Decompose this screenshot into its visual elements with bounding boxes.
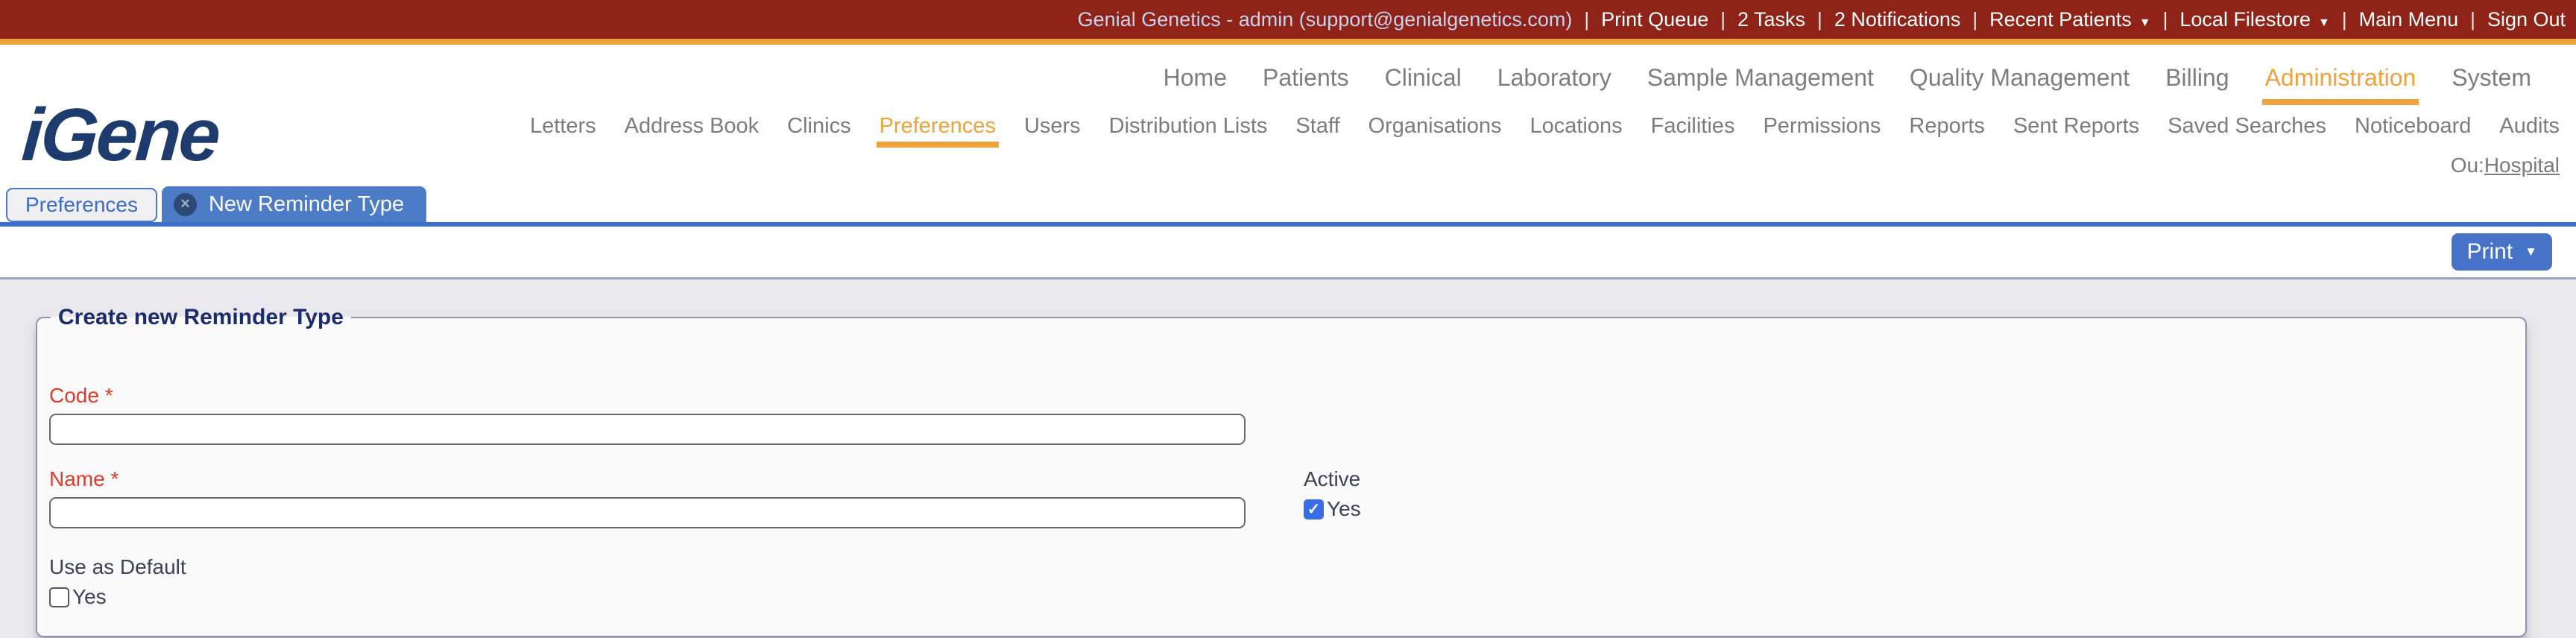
- org-unit-link[interactable]: Hospital: [2484, 154, 2560, 177]
- separator: |: [1720, 7, 1726, 31]
- chevron-down-icon: ▼: [2525, 244, 2537, 259]
- code-input[interactable]: [49, 414, 1246, 445]
- subnav-users[interactable]: Users: [1024, 114, 1081, 139]
- close-icon[interactable]: ✕: [173, 192, 197, 216]
- nav-home[interactable]: Home: [1164, 64, 1227, 92]
- subnav-locations[interactable]: Locations: [1530, 114, 1622, 139]
- tasks-link[interactable]: 2 Tasks: [1737, 8, 1805, 31]
- toolbar: Print ▼: [0, 227, 2576, 277]
- use-as-default-option-label: Yes: [72, 585, 107, 608]
- nav-system[interactable]: System: [2452, 64, 2531, 92]
- subnav-address-book[interactable]: Address Book: [625, 114, 760, 139]
- top-status-bar: Genial Genetics - admin (support@genialg…: [0, 0, 2576, 39]
- recent-patients-label: Recent Patients: [1989, 7, 2132, 31]
- separator: |: [1584, 7, 1590, 31]
- active-label: Active: [1304, 467, 1361, 490]
- tab-bar: Preferences ✕ New Reminder Type: [0, 186, 2576, 227]
- tab-label: New Reminder Type: [208, 192, 405, 216]
- recent-patients-menu[interactable]: Recent Patients ▼: [1989, 8, 2150, 31]
- main-nav: Home Patients Clinical Laboratory Sample…: [1164, 45, 2576, 105]
- use-as-default-checkbox[interactable]: [49, 587, 69, 607]
- nav-quality-management[interactable]: Quality Management: [1910, 64, 2130, 92]
- tab-label: Preferences: [25, 193, 138, 216]
- sign-out-link[interactable]: Sign Out: [2487, 8, 2566, 31]
- separator: |: [1817, 7, 1822, 31]
- create-reminder-type-panel: Create new Reminder Type Code * Name * A…: [36, 305, 2527, 637]
- nav-patients[interactable]: Patients: [1263, 64, 1349, 92]
- subnav-reports[interactable]: Reports: [1909, 114, 1985, 139]
- panel-title: Create new Reminder Type: [58, 305, 344, 329]
- subnav-permissions[interactable]: Permissions: [1763, 114, 1881, 139]
- subnav-distribution-lists[interactable]: Distribution Lists: [1109, 114, 1268, 139]
- use-as-default-label: Use as Default: [49, 555, 186, 578]
- org-unit-row: Ou:Hospital: [2451, 139, 2576, 177]
- nav-sample-management[interactable]: Sample Management: [1647, 64, 1874, 92]
- subnav-clinics[interactable]: Clinics: [787, 114, 850, 139]
- tab-new-reminder-type[interactable]: ✕ New Reminder Type: [161, 186, 427, 222]
- subnav-preferences[interactable]: Preferences: [876, 114, 1000, 148]
- nav-billing[interactable]: Billing: [2165, 64, 2229, 92]
- nav-laboratory[interactable]: Laboratory: [1497, 64, 1611, 92]
- subnav-noticeboard[interactable]: Noticeboard: [2355, 114, 2471, 139]
- subnav-staff[interactable]: Staff: [1295, 114, 1339, 139]
- local-filestore-menu[interactable]: Local Filestore ▼: [2179, 8, 2329, 31]
- tab-preferences[interactable]: Preferences: [6, 188, 157, 222]
- header: iGene Home Patients Clinical Laboratory …: [0, 45, 2576, 277]
- active-checkbox[interactable]: ✓: [1304, 499, 1324, 519]
- subnav-organisations[interactable]: Organisations: [1368, 114, 1502, 139]
- content-area: Create new Reminder Type Code * Name * A…: [0, 277, 2576, 637]
- org-unit-label: Ou:: [2450, 154, 2484, 177]
- name-label: Name *: [49, 467, 119, 490]
- separator: |: [2341, 7, 2347, 31]
- local-filestore-label: Local Filestore: [2179, 7, 2311, 31]
- check-icon: ✓: [1307, 500, 1321, 518]
- print-queue-link[interactable]: Print Queue: [1601, 8, 1708, 31]
- separator: |: [2470, 7, 2475, 31]
- separator: |: [2162, 7, 2168, 31]
- print-button[interactable]: Print ▼: [2452, 233, 2552, 271]
- active-option-label: Yes: [1327, 497, 1361, 520]
- chevron-down-icon: ▼: [2317, 16, 2330, 29]
- required-marker: *: [104, 384, 113, 407]
- separator: |: [1972, 7, 1978, 31]
- notifications-link[interactable]: 2 Notifications: [1834, 8, 1961, 31]
- chevron-down-icon: ▼: [2138, 16, 2151, 29]
- igene-logo: iGene: [19, 93, 221, 177]
- subnav-letters[interactable]: Letters: [530, 114, 596, 139]
- subnav-audits[interactable]: Audits: [2499, 114, 2560, 139]
- subnav-facilities[interactable]: Facilities: [1651, 114, 1735, 139]
- logged-in-user: Genial Genetics - admin (support@genialg…: [1077, 7, 1573, 31]
- nav-administration[interactable]: Administration: [2261, 64, 2419, 105]
- print-label: Print: [2466, 239, 2513, 264]
- required-marker: *: [110, 467, 119, 490]
- nav-clinical[interactable]: Clinical: [1385, 64, 1462, 92]
- main-menu-link[interactable]: Main Menu: [2359, 8, 2459, 31]
- subnav-saved-searches[interactable]: Saved Searches: [2168, 114, 2326, 139]
- code-label: Code *: [49, 384, 113, 407]
- name-input[interactable]: [49, 497, 1246, 528]
- subnav-sent-reports[interactable]: Sent Reports: [2013, 114, 2139, 139]
- accent-stripe: [0, 39, 2576, 45]
